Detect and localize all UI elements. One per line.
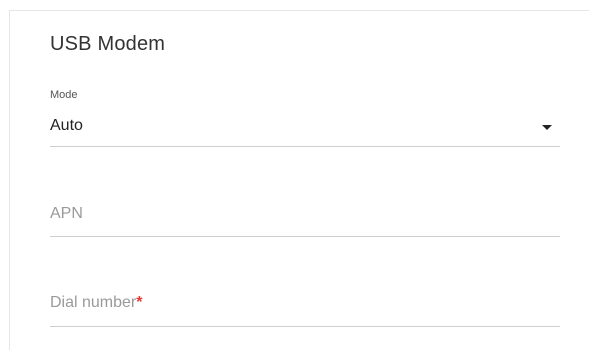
dial-number-underline: [50, 326, 560, 327]
usb-modem-card: USB Modem Mode Auto APN Dial number*: [9, 10, 589, 350]
apn-field[interactable]: APN: [50, 187, 560, 237]
mode-value: Auto: [50, 117, 83, 134]
card-title: USB Modem: [50, 33, 166, 55]
apn-underline: [50, 236, 560, 237]
required-mark: *: [136, 294, 143, 311]
caret-down-icon: [542, 125, 552, 130]
mode-label: Mode: [50, 89, 78, 101]
mode-underline: [50, 146, 560, 147]
dial-number-field[interactable]: Dial number*: [50, 276, 560, 327]
apn-placeholder: APN: [50, 205, 83, 222]
dial-number-placeholder: Dial number*: [50, 294, 143, 312]
dial-number-label: Dial number: [50, 294, 137, 311]
mode-select[interactable]: Mode Auto: [50, 89, 560, 147]
